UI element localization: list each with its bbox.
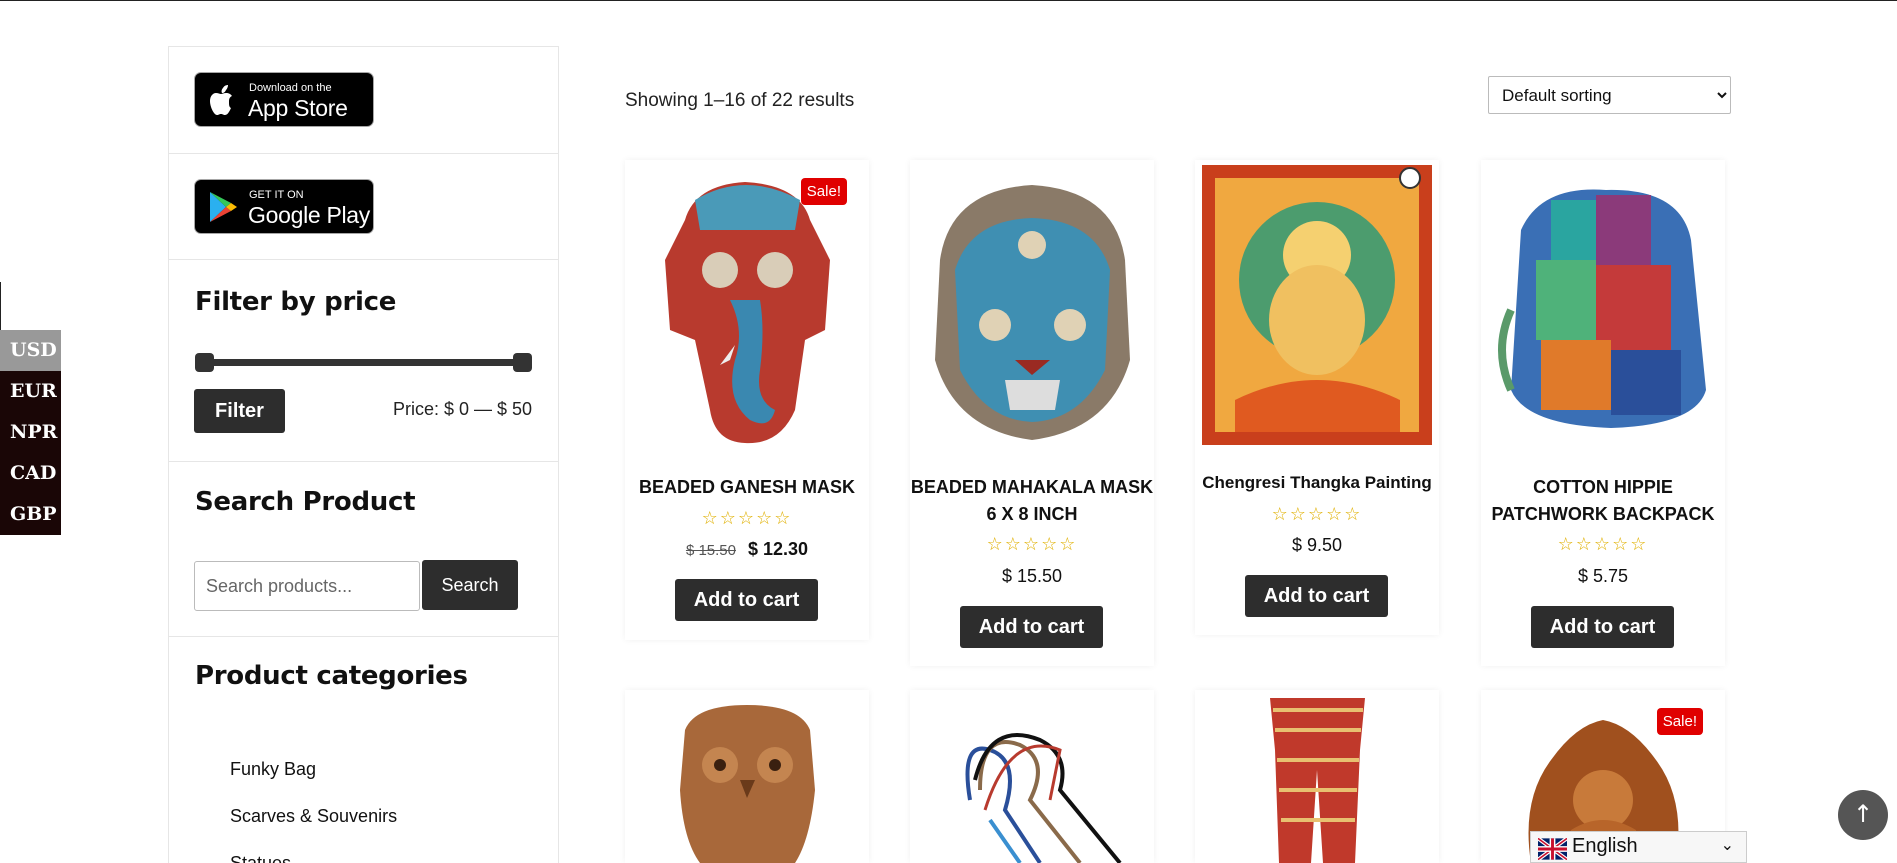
category-statues[interactable]: Statues (230, 853, 291, 863)
product-name-line2: 6 X 8 INCH (986, 504, 1078, 524)
product-price: $ 9.50 (1291, 535, 1343, 555)
product-name-line1: BEADED MAHAKALA MASK (910, 477, 1154, 497)
apple-icon (210, 85, 232, 115)
wooden-owl-image (680, 705, 815, 863)
product-card[interactable]: COTTON HIPPIE PATCHWORK BACKPACK ☆☆☆☆☆ $… (1481, 160, 1725, 666)
add-to-cart-button[interactable]: Add to cart (1245, 575, 1388, 617)
rating-stars: ☆☆☆☆☆ (1271, 504, 1363, 525)
currency-switcher: USD EUR NPR CAD GBP (0, 282, 61, 535)
rating-stars: ☆☆☆☆☆ (1557, 534, 1649, 555)
add-to-cart-button[interactable]: Add to cart (1531, 606, 1674, 648)
search-title: Search Product (195, 487, 416, 517)
filter-title: Filter by price (195, 287, 397, 317)
mahakala-mask-image (935, 185, 1130, 440)
product-image[interactable] (625, 160, 869, 460)
results-count: Showing 1–16 of 22 results (625, 90, 855, 111)
product-price: $ 15.50 (1001, 566, 1063, 586)
category-funky-bag[interactable]: Funky Bag (230, 759, 316, 780)
app-store-badge[interactable]: Download on the App Store (194, 72, 374, 127)
product-image[interactable] (1481, 160, 1725, 460)
product-image[interactable] (910, 160, 1154, 460)
product-card[interactable] (910, 690, 1154, 863)
cord-straps-image (965, 733, 1122, 863)
product-image[interactable] (910, 690, 1154, 863)
google-play-big: Google Play (248, 202, 370, 228)
product-card[interactable]: Chengresi Thangka Painting ☆☆☆☆☆ $ 9.50 … (1195, 160, 1439, 635)
thangka-painting-image (1202, 165, 1432, 445)
product-price: $ 5.75 (1577, 566, 1629, 586)
sorting-select[interactable]: Default sorting (1488, 76, 1731, 114)
currency-gbp[interactable]: GBP (0, 494, 61, 535)
harem-pants-image (1270, 698, 1365, 863)
product-name-line2: PATCHWORK BACKPACK (1491, 504, 1715, 524)
rating-stars: ☆☆☆☆☆ (986, 534, 1078, 555)
language-selector[interactable]: English ⌄ (1530, 831, 1747, 863)
patchwork-backpack-image (1498, 189, 1706, 428)
currency-eur[interactable]: EUR (0, 371, 61, 412)
top-border (0, 0, 1897, 1)
product-card[interactable] (1195, 690, 1439, 863)
app-store-big: App Store (248, 95, 348, 121)
filter-button[interactable]: Filter (194, 389, 285, 433)
sidebar: Download on the App Store GET IT ON Goog… (168, 46, 559, 863)
price-slider-min-handle[interactable] (195, 353, 214, 372)
search-input[interactable] (194, 561, 420, 611)
google-play-small: GET IT ON (249, 189, 304, 201)
categories-title: Product categories (195, 661, 468, 691)
price-slider-track (200, 359, 532, 366)
product-card[interactable]: Sale! BEADED GANESH MASK ☆☆☆☆☆ $ 15.50 $ … (625, 160, 869, 640)
currency-cad[interactable]: CAD (0, 453, 61, 494)
google-play-section: GET IT ON Google Play (169, 154, 558, 260)
search-button[interactable]: Search (422, 560, 518, 610)
price-range-label: Price: $ 0 — $ 50 (393, 399, 533, 419)
google-play-icon (210, 192, 237, 222)
old-price: $ 15.50 (685, 542, 736, 559)
google-play-badge[interactable]: GET IT ON Google Play (194, 179, 374, 234)
product-name[interactable]: Chengresi Thangka Painting (1195, 469, 1439, 496)
currency-npr[interactable]: NPR (0, 412, 61, 453)
product-card[interactable] (625, 690, 869, 863)
category-scarves-souvenirs[interactable]: Scarves & Souvenirs (230, 806, 397, 827)
uk-flag-icon (1538, 838, 1567, 860)
app-store-small: Download on the (249, 82, 332, 94)
add-to-cart-button[interactable]: Add to cart (960, 606, 1103, 648)
scroll-to-top-button[interactable]: ↑ (1838, 790, 1888, 840)
price-slider-max-handle[interactable] (513, 353, 532, 372)
product-image[interactable] (1195, 690, 1439, 863)
product-name[interactable]: BEADED GANESH MASK (625, 474, 869, 501)
rating-stars: ☆☆☆☆☆ (701, 508, 793, 529)
product-price: $ 15.50 $ 12.30 (625, 539, 869, 560)
sale-badge: Sale! (800, 178, 847, 205)
product-card[interactable]: BEADED MAHAKALA MASK 6 X 8 INCH ☆☆☆☆☆ $ … (910, 160, 1154, 666)
product-name[interactable]: COTTON HIPPIE PATCHWORK BACKPACK (1481, 474, 1725, 528)
app-store-section: Download on the App Store (169, 47, 558, 154)
sale-price: $ 12.30 (747, 539, 809, 559)
currency-usd[interactable]: USD (0, 330, 61, 371)
sale-badge: Sale! (1656, 708, 1703, 735)
product-image[interactable] (1195, 160, 1439, 460)
chevron-down-icon: ⌄ (1720, 837, 1734, 854)
language-label: English (1572, 835, 1638, 857)
ganesh-mask-image (665, 182, 830, 444)
product-image[interactable] (625, 690, 869, 863)
arrow-up-icon: ↑ (1852, 800, 1874, 828)
currency-edge (0, 282, 1, 330)
add-to-cart-button[interactable]: Add to cart (675, 579, 818, 621)
product-name-line1: COTTON HIPPIE (1533, 477, 1673, 497)
product-name[interactable]: BEADED MAHAKALA MASK 6 X 8 INCH (910, 474, 1154, 528)
